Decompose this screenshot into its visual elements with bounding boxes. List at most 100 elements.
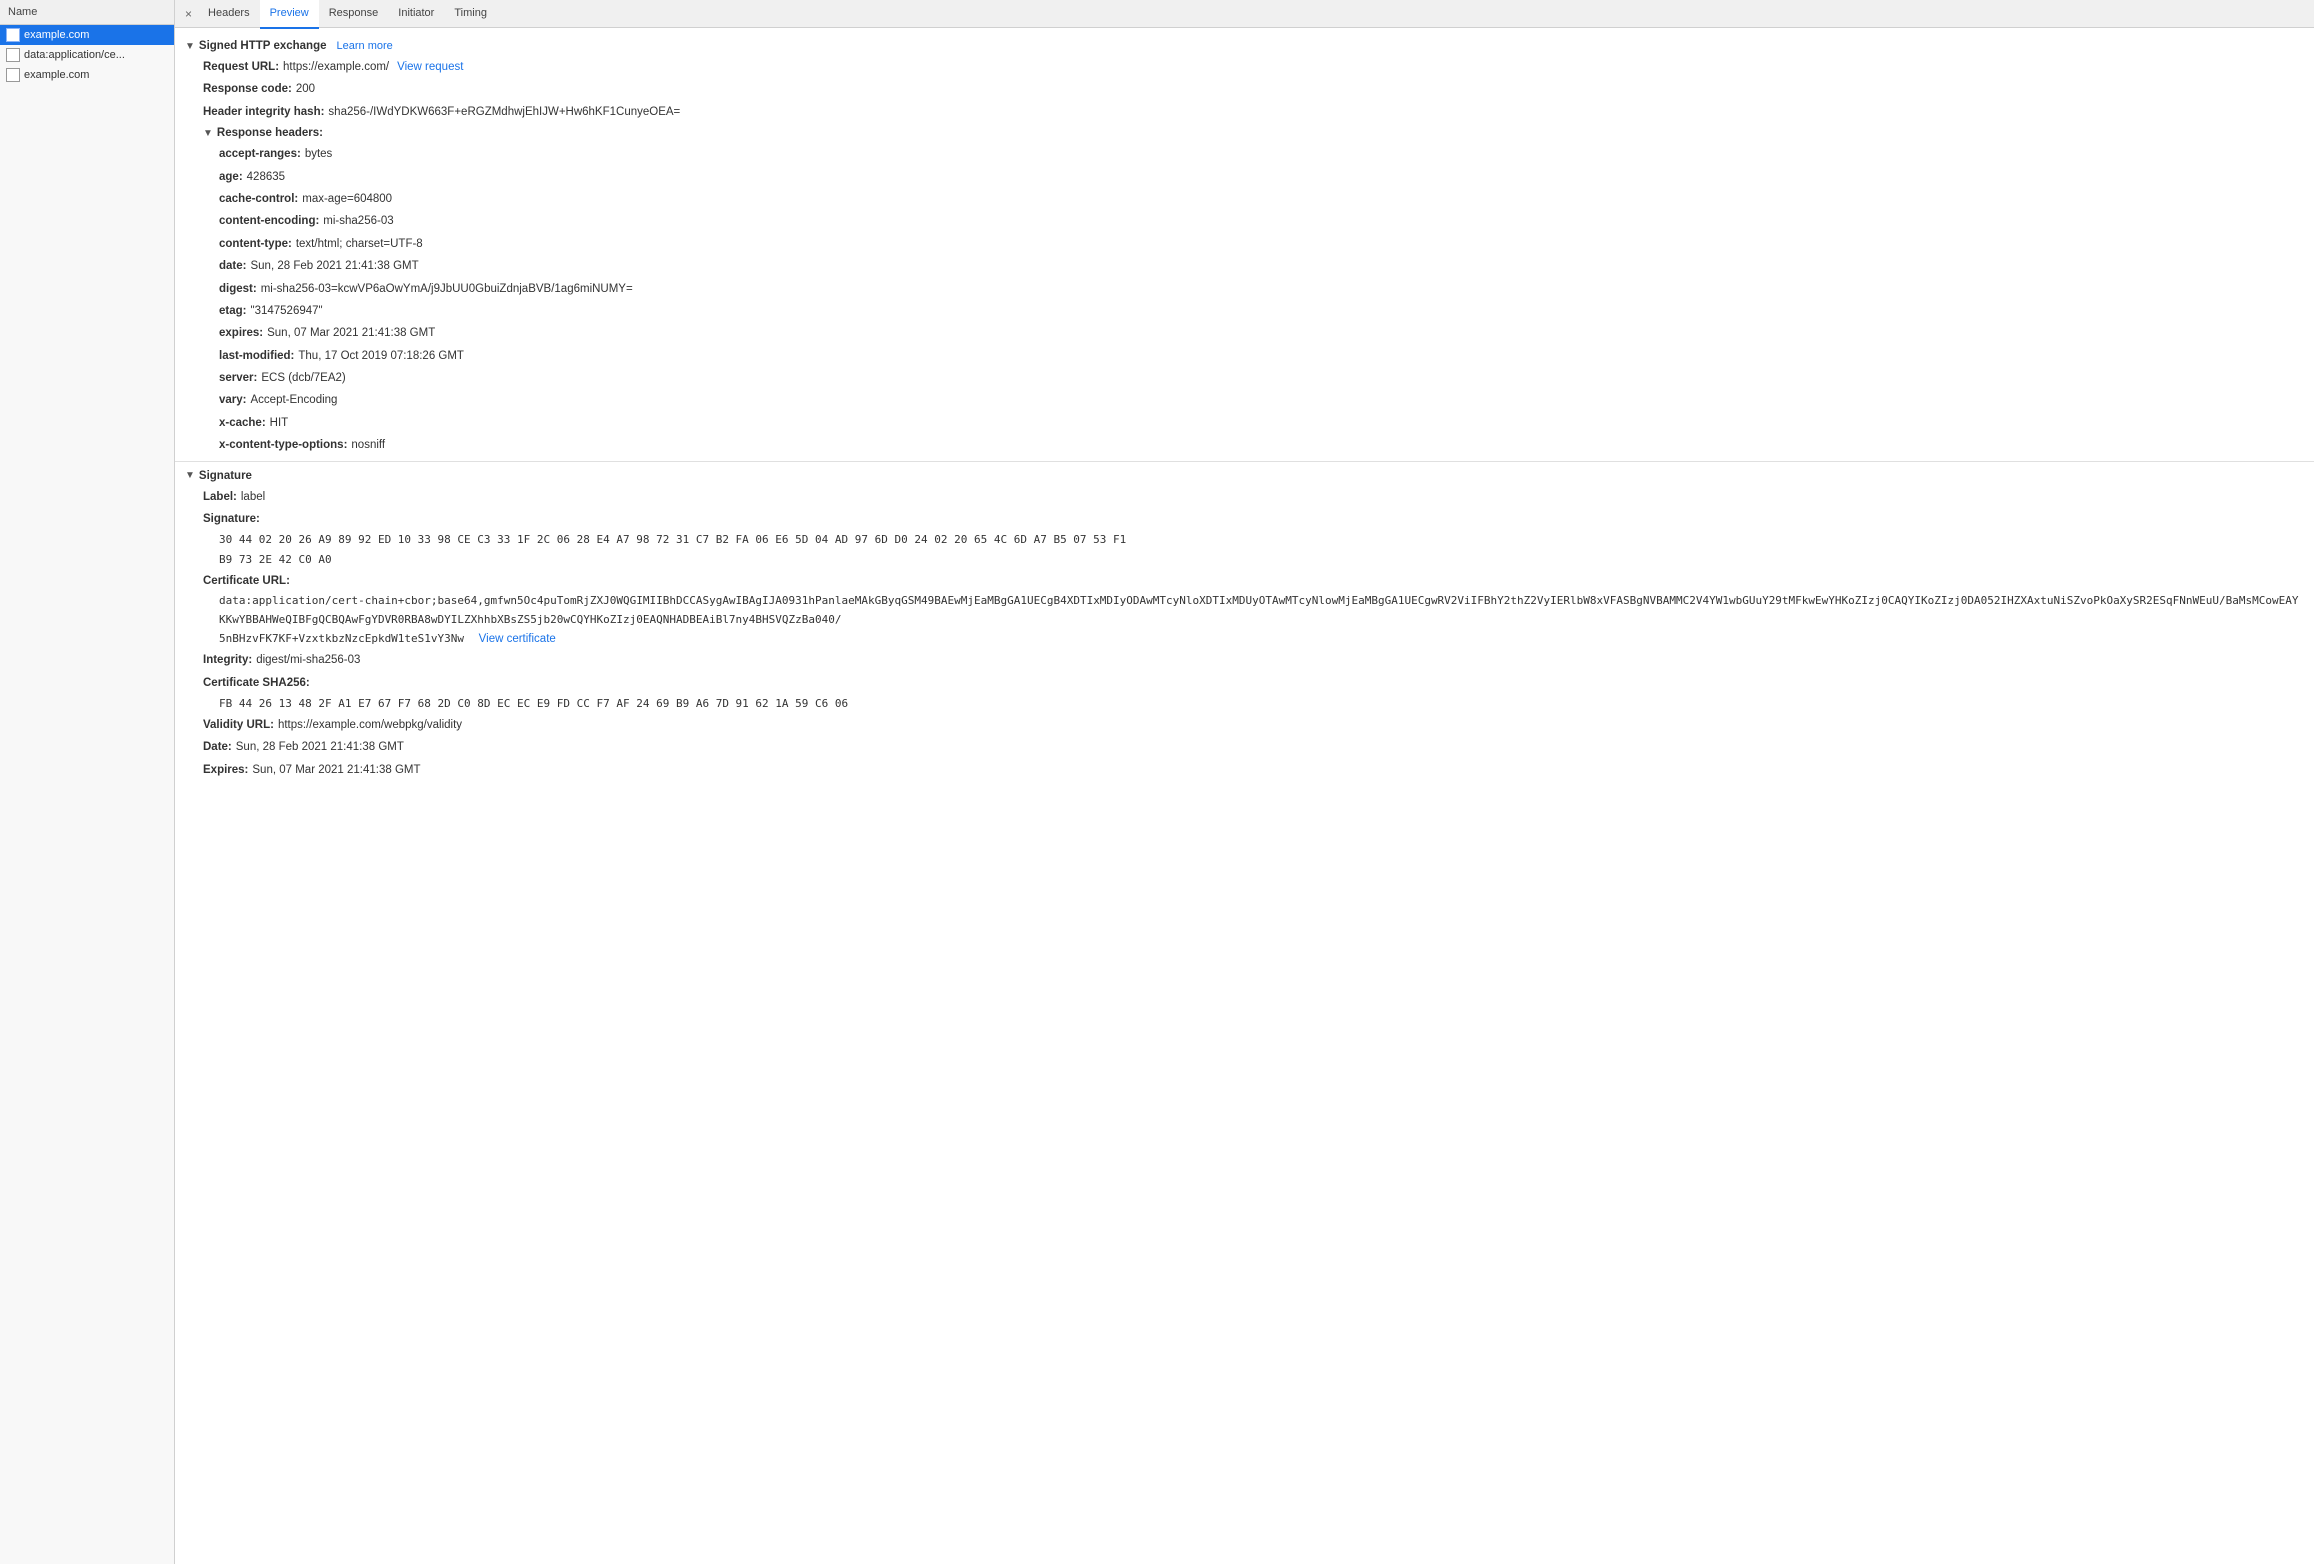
response-header-row: server: ECS (dcb/7EA2) xyxy=(175,367,2314,389)
response-header-label: x-cache: xyxy=(219,414,266,432)
response-header-label: etag: xyxy=(219,302,246,320)
view-certificate-link[interactable]: View certificate xyxy=(479,633,556,645)
response-header-row: digest: mi-sha256-03=kcwVP6aOwYmA/j9JbUU… xyxy=(175,278,2314,300)
response-header-label: content-encoding: xyxy=(219,212,319,230)
cert-sha256-label: Certificate SHA256: xyxy=(203,674,310,692)
response-header-row: age: 428635 xyxy=(175,166,2314,188)
tab-preview[interactable]: Preview xyxy=(260,0,319,29)
expires-label: Expires: xyxy=(203,761,248,779)
response-header-label: x-content-type-options: xyxy=(219,436,347,454)
tab-initiator[interactable]: Initiator xyxy=(388,0,444,29)
response-header-value: Thu, 17 Oct 2019 07:18:26 GMT xyxy=(298,347,464,365)
header-integrity-row: Header integrity hash: sha256-/IWdYDKW66… xyxy=(175,101,2314,123)
tab-timing[interactable]: Timing xyxy=(444,0,497,29)
tabs-bar: × Headers Preview Response Initiator Tim… xyxy=(175,0,2314,28)
expires-value: Sun, 07 Mar 2021 21:41:38 GMT xyxy=(252,761,420,779)
response-code-label: Response code: xyxy=(203,80,292,98)
response-headers-fields: accept-ranges: bytes age: 428635 cache-con… xyxy=(175,143,2314,456)
tab-close-button[interactable]: × xyxy=(179,0,198,28)
request-url-value: https://example.com/ xyxy=(283,58,389,76)
response-code-row: Response code: 200 xyxy=(175,78,2314,100)
list-item-label: example.com xyxy=(24,69,89,81)
response-header-label: content-type: xyxy=(219,235,292,253)
expires-row: Expires: Sun, 07 Mar 2021 21:41:38 GMT xyxy=(175,759,2314,781)
response-header-value: 428635 xyxy=(247,168,285,186)
response-headers-header[interactable]: ▼ Response headers: xyxy=(175,123,2314,143)
cert-sha256-value: FB 44 26 13 48 2F A1 E7 67 F7 68 2D C0 8… xyxy=(175,694,2314,714)
response-header-value: bytes xyxy=(305,145,333,163)
validity-url-label: Validity URL: xyxy=(203,716,274,734)
cert-url-value-1: data:application/cert-chain+cbor;base64,… xyxy=(219,594,1053,607)
sig-label-label: Label: xyxy=(203,488,237,506)
cert-sha256-row: Certificate SHA256: xyxy=(175,672,2314,694)
response-header-label: expires: xyxy=(219,324,263,342)
date-row: Date: Sun, 28 Feb 2021 21:41:38 GMT xyxy=(175,736,2314,758)
left-panel: Name example.com data:application/ce... … xyxy=(0,0,175,1564)
file-icon xyxy=(6,48,20,62)
list-item-data-application[interactable]: data:application/ce... xyxy=(0,45,174,65)
signed-exchange-label: Signed HTTP exchange xyxy=(199,40,327,52)
cert-url-value-block: data:application/cert-chain+cbor;base64,… xyxy=(175,592,2314,649)
header-integrity-label: Header integrity hash: xyxy=(203,103,324,121)
request-url-label: Request URL: xyxy=(203,58,279,76)
signature-section-label: Signature xyxy=(199,470,252,482)
response-header-label: digest: xyxy=(219,280,257,298)
date-value: Sun, 28 Feb 2021 21:41:38 GMT xyxy=(236,738,404,756)
response-header-value: Sun, 07 Mar 2021 21:41:38 GMT xyxy=(267,324,435,342)
response-header-value: max-age=604800 xyxy=(302,190,392,208)
integrity-value: digest/mi-sha256-03 xyxy=(256,651,360,669)
cert-url-value-2: B4XDTIxMDIyODAwMTcyNloXDTIxMDUyOTAwMTcyN… xyxy=(1053,594,1987,607)
response-header-value: Sun, 28 Feb 2021 21:41:38 GMT xyxy=(250,257,418,275)
integrity-row: Integrity: digest/mi-sha256-03 xyxy=(175,649,2314,671)
response-header-label: date: xyxy=(219,257,246,275)
response-headers-arrow: ▼ xyxy=(203,128,213,139)
cert-url-label: Certificate URL: xyxy=(203,572,290,590)
response-header-label: cache-control: xyxy=(219,190,298,208)
response-header-label: accept-ranges: xyxy=(219,145,301,163)
response-header-row: vary: Accept-Encoding xyxy=(175,389,2314,411)
response-header-value: ECS (dcb/7EA2) xyxy=(261,369,345,387)
response-header-label: server: xyxy=(219,369,257,387)
signed-exchange-header[interactable]: ▼ Signed HTTP exchange Learn more xyxy=(175,36,2314,56)
response-header-value: nosniff xyxy=(351,436,385,454)
response-header-row: content-encoding: mi-sha256-03 xyxy=(175,210,2314,232)
response-headers-label: Response headers: xyxy=(217,127,323,139)
signature-hex-label: Signature: xyxy=(203,510,260,528)
tab-response[interactable]: Response xyxy=(319,0,389,29)
response-header-label: last-modified: xyxy=(219,347,294,365)
view-request-link[interactable]: View request xyxy=(397,58,463,76)
list-item-label: data:application/ce... xyxy=(24,49,125,61)
response-header-value: "3147526947" xyxy=(250,302,322,320)
response-header-label: age: xyxy=(219,168,243,186)
cert-url-value-4: 5nBHzvFK7KF+VzxtkbzNzcEpkdW1teS1vY3Nw xyxy=(219,632,464,645)
list-item-example-com-2[interactable]: example.com xyxy=(0,65,174,85)
left-panel-header: Name xyxy=(0,0,174,25)
signature-hex-2: B9 73 2E 42 C0 A0 xyxy=(175,550,2314,570)
cert-url-row: Certificate URL: xyxy=(175,570,2314,592)
response-header-row: date: Sun, 28 Feb 2021 21:41:38 GMT xyxy=(175,255,2314,277)
list-item-label: example.com xyxy=(24,29,89,41)
section-divider xyxy=(175,461,2314,462)
response-header-row: expires: Sun, 07 Mar 2021 21:41:38 GMT xyxy=(175,322,2314,344)
tab-headers[interactable]: Headers xyxy=(198,0,260,29)
response-header-row: x-cache: HIT xyxy=(175,412,2314,434)
list-item-example-com-1[interactable]: example.com xyxy=(0,25,174,45)
signature-arrow: ▼ xyxy=(185,470,195,481)
request-url-row: Request URL: https://example.com/ View r… xyxy=(175,56,2314,78)
collapse-arrow: ▼ xyxy=(185,41,195,52)
response-header-row: content-type: text/html; charset=UTF-8 xyxy=(175,233,2314,255)
response-header-row: last-modified: Thu, 17 Oct 2019 07:18:26… xyxy=(175,345,2314,367)
signature-hex-row: Signature: xyxy=(175,508,2314,530)
response-header-label: vary: xyxy=(219,391,247,409)
date-label: Date: xyxy=(203,738,232,756)
file-icon xyxy=(6,28,20,42)
integrity-label: Integrity: xyxy=(203,651,252,669)
content-area: ▼ Signed HTTP exchange Learn more Reques… xyxy=(175,28,2314,1564)
response-header-row: etag: "3147526947" xyxy=(175,300,2314,322)
header-integrity-value: sha256-/IWdYDKW663F+eRGZMdhwjEhIJW+Hw6hK… xyxy=(328,103,680,121)
learn-more-link[interactable]: Learn more xyxy=(337,40,393,52)
response-header-value: mi-sha256-03=kcwVP6aOwYmA/j9JbUU0GbuiZdn… xyxy=(261,280,633,298)
signature-header[interactable]: ▼ Signature xyxy=(175,466,2314,486)
response-header-value: mi-sha256-03 xyxy=(323,212,393,230)
validity-url-row: Validity URL: https://example.com/webpkg… xyxy=(175,714,2314,736)
